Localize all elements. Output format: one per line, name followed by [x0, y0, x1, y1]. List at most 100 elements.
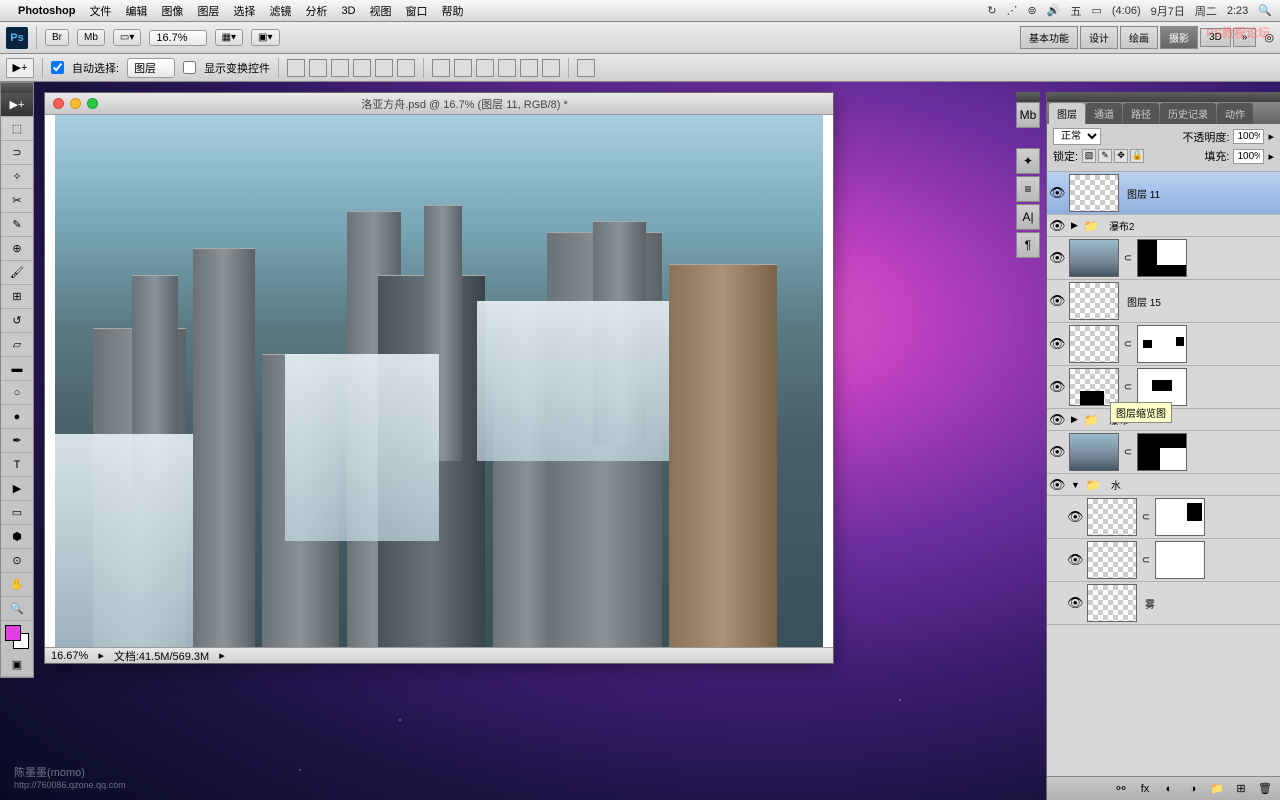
menu-extra-icon[interactable]: ⋰ — [1007, 4, 1018, 17]
brush-tool[interactable]: 🖌 — [1, 261, 33, 285]
tool-preset[interactable]: ▶+ — [6, 58, 34, 78]
zoom-tool[interactable]: 🔍 — [1, 597, 33, 621]
lasso-tool[interactable]: ⊃ — [1, 141, 33, 165]
workspace-design[interactable]: 设计 — [1080, 26, 1118, 49]
auto-select-checkbox[interactable] — [51, 61, 64, 74]
visibility-icon[interactable]: 👁 — [1049, 185, 1065, 201]
workspace-photography[interactable]: 摄影 — [1160, 26, 1198, 49]
eraser-tool[interactable]: ▱ — [1, 333, 33, 357]
document-titlebar[interactable]: 洛亚方舟.psd @ 16.7% (图层 11, RGB/8) * — [45, 93, 833, 115]
layer-item[interactable]: 👁 ⊂ — [1047, 237, 1280, 280]
lock-all-icon[interactable]: 🔒 — [1130, 149, 1144, 163]
menu-layer[interactable]: 图层 — [197, 3, 219, 19]
battery-icon[interactable]: ▭ — [1091, 4, 1101, 17]
layer-name[interactable]: 雾 — [1141, 596, 1278, 611]
align-right-icon[interactable] — [397, 59, 415, 77]
auto-align-icon[interactable] — [577, 59, 595, 77]
align-bottom-icon[interactable] — [331, 59, 349, 77]
align-vcenter-icon[interactable] — [309, 59, 327, 77]
link-layers-icon[interactable]: ⚯ — [1112, 781, 1130, 797]
visibility-icon[interactable]: 👁 — [1049, 477, 1065, 493]
sync-icon[interactable]: ↻ — [987, 4, 996, 17]
healing-tool[interactable]: ⊕ — [1, 237, 33, 261]
blur-tool[interactable]: ○ — [1, 381, 33, 405]
stamp-tool[interactable]: ⊞ — [1, 285, 33, 309]
layer-item[interactable]: 👁 ⊂ — [1047, 323, 1280, 366]
delete-icon[interactable]: 🗑 — [1256, 781, 1274, 797]
histogram-icon[interactable]: ✦ — [1016, 148, 1040, 174]
tab-paths[interactable]: 路径 — [1123, 103, 1159, 124]
shape-tool[interactable]: ▭ — [1, 501, 33, 525]
menu-image[interactable]: 图像 — [161, 3, 183, 19]
layer-group[interactable]: 👁 ▶ 📁 瀑布2 — [1047, 215, 1280, 237]
expand-icon[interactable]: ▶ — [1071, 414, 1078, 425]
layer-thumbnail[interactable] — [1087, 541, 1137, 579]
ps-logo-icon[interactable]: Ps — [6, 27, 28, 49]
show-transform-checkbox[interactable] — [183, 61, 196, 74]
layer-item[interactable]: 👁 雾 — [1047, 582, 1280, 625]
3d-camera-tool[interactable]: ⊙ — [1, 549, 33, 573]
link-icon[interactable]: ⊂ — [1123, 253, 1133, 264]
menu-help[interactable]: 帮助 — [442, 3, 464, 19]
hand-tool[interactable]: ✋ — [1, 573, 33, 597]
wand-tool[interactable]: ✧ — [1, 165, 33, 189]
visibility-icon[interactable]: 👁 — [1049, 444, 1065, 460]
zoom-value[interactable]: 16.67% — [51, 650, 88, 662]
volume-icon[interactable]: 🔊 — [1047, 4, 1061, 17]
dist-top-icon[interactable] — [432, 59, 450, 77]
menu-select[interactable]: 选择 — [233, 3, 255, 19]
dodge-tool[interactable]: ● — [1, 405, 33, 429]
canvas[interactable] — [55, 115, 823, 647]
visibility-icon[interactable]: 👁 — [1067, 509, 1083, 525]
paragraph-icon[interactable]: ¶ — [1016, 232, 1040, 258]
link-icon[interactable]: ⊂ — [1123, 339, 1133, 350]
layer-name[interactable]: 瀑布2 — [1105, 218, 1278, 233]
adjustments-icon[interactable]: ≡ — [1016, 176, 1040, 202]
mask-thumbnail[interactable] — [1137, 325, 1187, 363]
zoom-select[interactable]: 16.7% — [149, 30, 206, 46]
visibility-icon[interactable]: 👁 — [1049, 293, 1065, 309]
layer-group[interactable]: 👁 ▼ 📁 水 — [1047, 474, 1280, 496]
screen-mode-button[interactable]: ▣▾ — [251, 29, 279, 46]
workspace-essentials[interactable]: 基本功能 — [1020, 26, 1078, 49]
minibridge-button[interactable]: Mb — [77, 29, 105, 46]
pen-tool[interactable]: ✒ — [1, 429, 33, 453]
visibility-icon[interactable]: 👁 — [1049, 218, 1065, 234]
marquee-tool[interactable]: ⬚ — [1, 117, 33, 141]
workspace-painting[interactable]: 绘画 — [1120, 26, 1158, 49]
mask-thumbnail[interactable] — [1137, 368, 1187, 406]
collapse-icon[interactable]: ▼ — [1071, 480, 1080, 490]
path-select-tool[interactable]: ▶ — [1, 477, 33, 501]
gradient-tool[interactable]: ▬ — [1, 357, 33, 381]
layer-thumbnail[interactable] — [1069, 239, 1119, 277]
toolbox-handle[interactable] — [1, 83, 33, 93]
mask-thumbnail[interactable] — [1137, 433, 1187, 471]
dist-left-icon[interactable] — [498, 59, 516, 77]
3d-tool[interactable]: ⬢ — [1, 525, 33, 549]
tab-channels[interactable]: 通道 — [1086, 103, 1122, 124]
move-tool[interactable]: ▶+ — [1, 93, 33, 117]
spotlight-icon[interactable]: 🔍 — [1258, 4, 1272, 17]
layer-thumbnail[interactable] — [1069, 174, 1119, 212]
eyedropper-tool[interactable]: ✎ — [1, 213, 33, 237]
layer-item[interactable]: 👁 ⊂ — [1047, 539, 1280, 582]
view-extras-button[interactable]: ▭▾ — [113, 29, 141, 46]
layer-item[interactable]: 👁 ⊂ — [1047, 496, 1280, 539]
layer-item[interactable]: 👁 图层 15 — [1047, 280, 1280, 323]
arrange-button[interactable]: ▦▾ — [215, 29, 243, 46]
blend-mode-select[interactable]: 正常 — [1053, 128, 1101, 145]
layer-thumbnail[interactable] — [1087, 584, 1137, 622]
app-name[interactable]: Photoshop — [18, 5, 75, 17]
adjustment-icon[interactable]: ◑ — [1184, 781, 1202, 797]
tab-history[interactable]: 历史记录 — [1160, 103, 1216, 124]
link-icon[interactable]: ⊂ — [1123, 382, 1133, 393]
layer-item[interactable]: 👁 ⊂ — [1047, 431, 1280, 474]
mask-icon[interactable]: ◐ — [1160, 781, 1178, 797]
minibridge-icon[interactable]: Mb — [1016, 102, 1040, 128]
visibility-icon[interactable]: 👁 — [1049, 250, 1065, 266]
layer-name[interactable]: 水 — [1107, 477, 1278, 492]
layer-thumbnail[interactable] — [1087, 498, 1137, 536]
dist-vcenter-icon[interactable] — [454, 59, 472, 77]
menu-file[interactable]: 文件 — [89, 3, 111, 19]
color-swatches[interactable] — [1, 621, 33, 653]
